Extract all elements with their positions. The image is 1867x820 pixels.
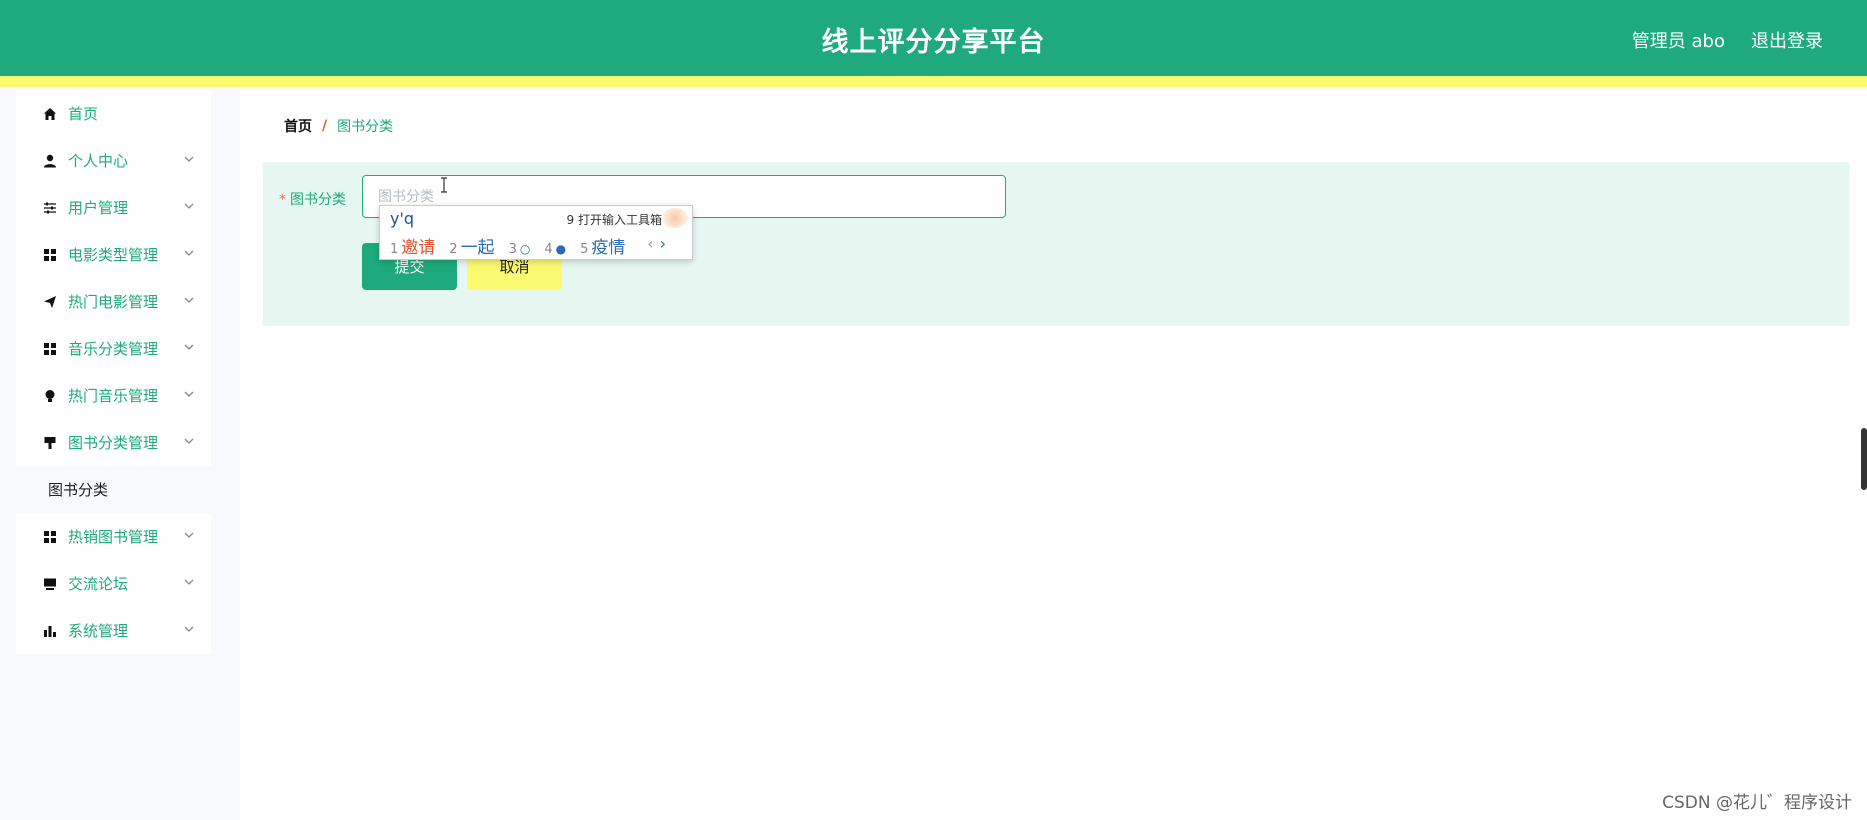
chevron-down-icon: [184, 391, 194, 397]
user-box: 管理员 abo 退出登录: [1632, 27, 1823, 53]
sidebar-item-label: 热门音乐管理: [68, 387, 159, 405]
logout-link[interactable]: 退出登录: [1751, 27, 1823, 53]
ime-candidate[interactable]: 1 邀请: [390, 233, 435, 258]
sidebar-item-music-category-management[interactable]: 音乐分类管理: [16, 325, 211, 372]
grid-icon: [42, 247, 58, 263]
chevron-down-icon: [184, 626, 194, 632]
chevron-down-icon: [184, 297, 194, 303]
chevron-down-icon: [184, 203, 194, 209]
sidebar-item-system-management[interactable]: 系统管理: [16, 607, 211, 654]
bulb-icon: [42, 388, 58, 404]
sidebar-item-hot-movie-management[interactable]: 热门电影管理: [16, 278, 211, 325]
ime-candidate[interactable]: 3 ○: [509, 241, 531, 257]
sidebar-item-user-management[interactable]: 用户管理: [16, 184, 211, 231]
sidebar-item-bestseller-book-management[interactable]: 热销图书管理: [16, 513, 211, 560]
ime-candidates: 1 邀请 2 一起 3 ○ 4 ● 5 疫情: [390, 233, 625, 258]
sidebar-item-label: 热销图书管理: [68, 528, 159, 546]
book-category-label-text: 图书分类: [290, 192, 346, 208]
sidebar-item-personal-center[interactable]: 个人中心: [16, 137, 211, 184]
ime-candidate[interactable]: 5 疫情: [580, 233, 625, 258]
sidebar-item-label: 热门电影管理: [68, 293, 159, 311]
chevron-up-icon: [184, 438, 194, 444]
ime-candidate[interactable]: 2 一起: [449, 233, 494, 258]
ime-candidate[interactable]: 4 ●: [544, 241, 566, 257]
sidebar-item-label: 用户管理: [68, 199, 129, 217]
ime-logo-icon: [662, 208, 688, 228]
ime-toolbox-link[interactable]: 9 打开输入工具箱: [567, 211, 662, 228]
monitor-icon: [42, 576, 58, 592]
chevron-down-icon: [184, 156, 194, 162]
header-stripe: [0, 76, 1867, 87]
ime-pinyin: y'q: [390, 209, 415, 228]
required-mark: *: [279, 192, 286, 208]
ime-prev-icon[interactable]: ‹: [647, 234, 653, 253]
current-user[interactable]: 管理员 abo: [1632, 27, 1725, 53]
chevron-down-icon: [184, 532, 194, 538]
chevron-down-icon: [184, 344, 194, 350]
home-icon: [42, 106, 58, 122]
watermark: CSDN @花儿゛程序设计: [1662, 793, 1852, 813]
ime-next-icon[interactable]: ›: [660, 234, 666, 253]
sliders-icon: [42, 200, 58, 216]
app-title: 线上评分分享平台: [821, 27, 1046, 58]
send-icon: [42, 294, 58, 310]
user-icon: [42, 153, 58, 169]
breadcrumb-home[interactable]: 首页: [284, 116, 312, 136]
sidebar-item-hot-music-management[interactable]: 热门音乐管理: [16, 372, 211, 419]
brush-icon: [42, 435, 58, 451]
breadcrumb: 首页 / 图书分类: [284, 116, 393, 136]
chevron-down-icon: [184, 250, 194, 256]
sidebar-item-label: 音乐分类管理: [68, 340, 159, 358]
breadcrumb-separator: /: [322, 118, 328, 134]
submenu-item-label: 图书分类: [48, 481, 109, 499]
bar-chart-icon: [42, 623, 58, 639]
ibeam-cursor-icon: [441, 177, 447, 193]
book-category-label: * 图书分类: [279, 189, 346, 209]
breadcrumb-current: 图书分类: [337, 119, 394, 135]
sidebar-item-movie-type-management[interactable]: 电影类型管理: [16, 231, 211, 278]
scrollbar-thumb[interactable]: [1861, 428, 1867, 490]
chevron-down-icon: [184, 579, 194, 585]
sidebar-item-label: 图书分类管理: [68, 434, 159, 452]
grid-icon: [42, 341, 58, 357]
sidebar-menu: 首页 个人中心 用户管理 电影类型管理 热门电影管理 音乐分类管理 热门音乐管理…: [16, 90, 211, 654]
sidebar-item-home[interactable]: 首页: [16, 90, 211, 137]
top-header: 线上评分分享平台 管理员 abo 退出登录: [0, 0, 1867, 87]
grid-icon: [42, 529, 58, 545]
sidebar-item-label: 个人中心: [68, 152, 129, 170]
sidebar-item-label: 交流论坛: [68, 575, 129, 593]
ime-page-nav[interactable]: ‹ ›: [647, 234, 666, 253]
sidebar-item-book-category-management[interactable]: 图书分类管理: [16, 419, 211, 466]
sidebar: 首页 个人中心 用户管理 电影类型管理 热门电影管理 音乐分类管理 热门音乐管理…: [0, 87, 240, 820]
sidebar-item-label: 电影类型管理: [68, 246, 159, 264]
sidebar-item-label: 系统管理: [68, 622, 129, 640]
sidebar-item-label: 首页: [68, 105, 99, 123]
ime-candidate-window: y'q 9 打开输入工具箱 1 邀请 2 一起 3 ○ 4 ● 5 疫情 ‹ ›: [379, 205, 693, 260]
submenu-item-book-category[interactable]: 图书分类: [16, 466, 211, 513]
sidebar-item-forum[interactable]: 交流论坛: [16, 560, 211, 607]
